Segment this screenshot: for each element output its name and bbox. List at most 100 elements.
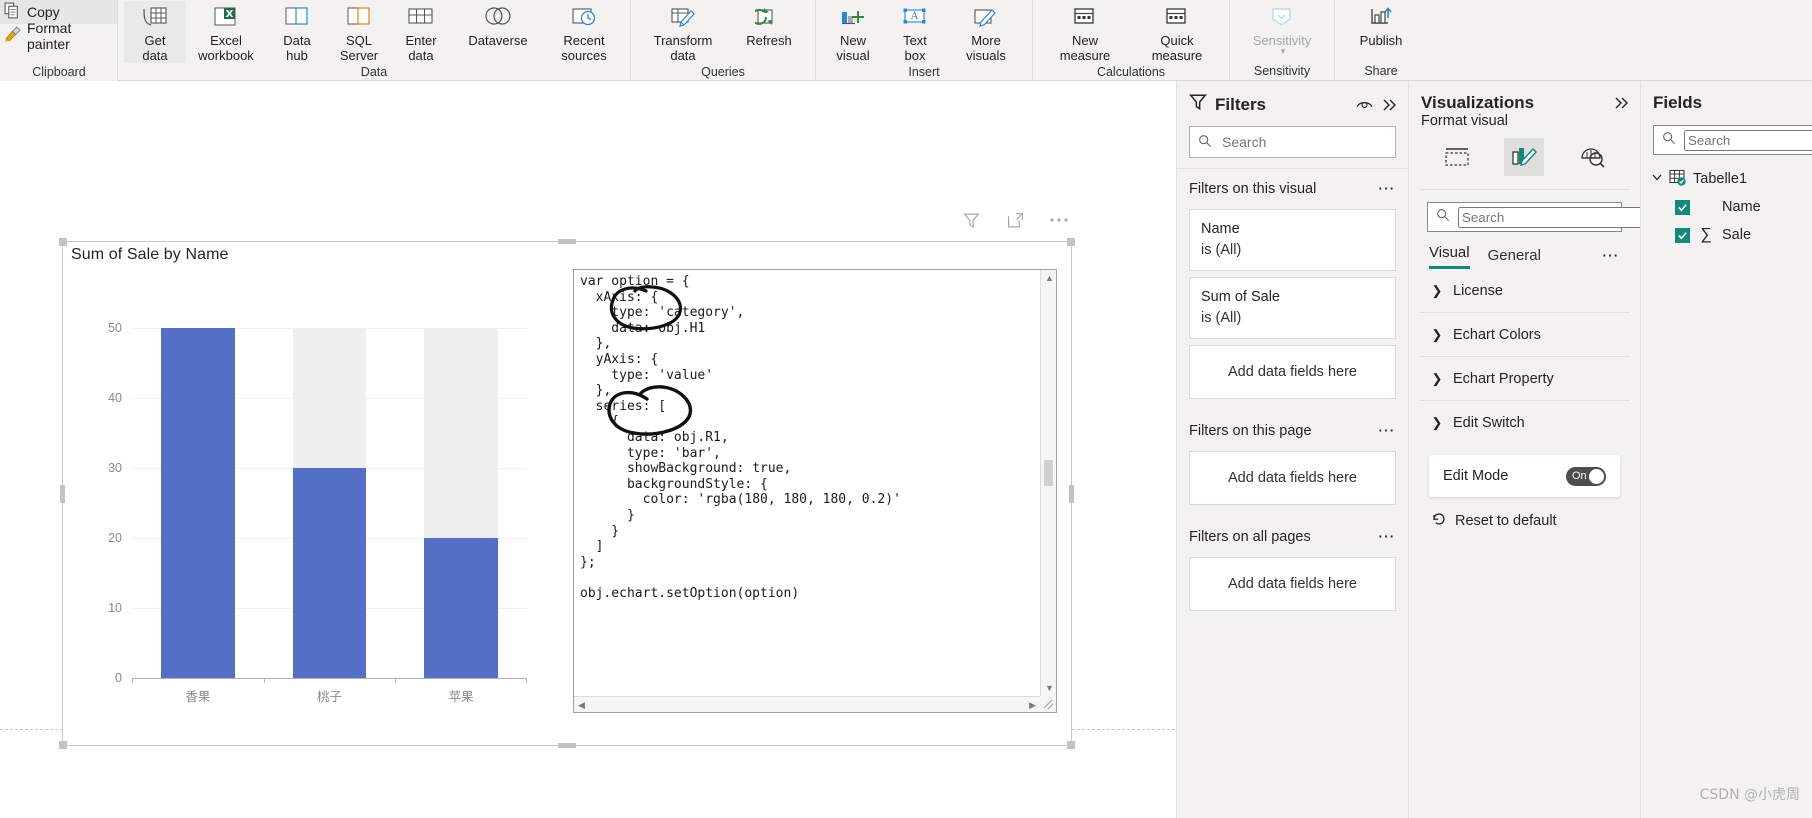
new-measure-button[interactable]: New measure (1039, 1, 1131, 63)
bar[interactable] (292, 468, 367, 678)
bar-chart[interactable]: 0 10 20 30 40 50 香果 桃子 苹果 (77, 278, 535, 708)
focus-mode-icon[interactable] (1004, 209, 1026, 231)
echart-code-text[interactable]: var option = { xAxis: { type: 'category'… (580, 274, 1038, 601)
code-editor-resize-grip[interactable] (1040, 696, 1056, 712)
filters-visual-dropzone[interactable]: Add data fields here (1189, 345, 1396, 399)
resize-handle-right[interactable] (1069, 484, 1074, 503)
dataverse-button[interactable]: Dataverse (452, 1, 544, 48)
bar[interactable] (160, 328, 235, 678)
echart-code-editor[interactable]: var option = { xAxis: { type: 'category'… (573, 269, 1057, 713)
filter-icon[interactable] (960, 209, 982, 231)
fields-table-label: Tabelle1 (1693, 171, 1748, 187)
quick-measure-button[interactable]: Quick measure (1131, 1, 1223, 63)
filter-card-name[interactable]: Name is (All) (1189, 209, 1396, 271)
resize-handle-br[interactable] (1067, 741, 1075, 749)
new-visual-button[interactable]: New visual (822, 1, 884, 63)
ribbon-group-share: Publish Share (1335, 0, 1427, 80)
vertical-scroll-thumb[interactable] (1044, 460, 1053, 486)
filters-section-visual-more-icon[interactable]: ⋯ (1378, 180, 1397, 197)
tab-visual[interactable]: Visual (1429, 244, 1470, 269)
excel-workbook-button[interactable]: X Excel workbook (186, 1, 266, 63)
code-line: var option = { (580, 274, 690, 289)
field-sale-label: Sale (1722, 227, 1752, 243)
enter-data-button[interactable]: Enter data (390, 1, 452, 63)
bar-column[interactable] (424, 328, 499, 678)
collapse-visualizations-pane-icon[interactable] (1614, 96, 1630, 110)
filters-search-box[interactable] (1189, 126, 1405, 158)
collapse-filters-pane-icon[interactable] (1382, 98, 1398, 112)
scroll-left-arrow-icon[interactable]: ◀ (578, 700, 585, 711)
get-data-button[interactable]: Get data (124, 1, 186, 63)
scroll-down-arrow-icon[interactable]: ▼ (1045, 683, 1054, 693)
code-editor-vertical-scrollbar[interactable]: ▲ ▼ (1040, 270, 1056, 696)
bar[interactable] (424, 538, 499, 678)
filters-section-all-pages-label: Filters on all pages (1189, 529, 1311, 545)
format-search-input[interactable] (1458, 206, 1643, 228)
more-visuals-button[interactable]: More visuals (946, 1, 1026, 63)
resize-handle-top[interactable] (558, 239, 576, 244)
code-line: yAxis: { (595, 351, 659, 367)
tab-general[interactable]: General (1488, 247, 1541, 269)
field-sale-checkbox[interactable] (1675, 227, 1690, 243)
chevron-down-icon[interactable] (1651, 171, 1663, 187)
field-item-name[interactable]: Name (1641, 193, 1812, 221)
analytics-icon[interactable] (1572, 138, 1612, 176)
code-editor-horizontal-scrollbar[interactable]: ◀ ▶ (574, 696, 1040, 712)
more-options-icon[interactable] (1048, 209, 1070, 231)
scroll-up-arrow-icon[interactable]: ▲ (1045, 273, 1054, 283)
build-visual-icon[interactable] (1437, 138, 1477, 176)
fields-search-input[interactable] (1684, 129, 1812, 151)
ribbon-group-label-data: Data (360, 65, 388, 79)
x-axis-tick (526, 678, 527, 683)
resize-handle-bottom[interactable] (558, 743, 576, 748)
sigma-aggregate-icon: ∑ (1700, 226, 1712, 243)
bar-column[interactable] (292, 328, 367, 678)
filters-all-pages-dropzone[interactable]: Add data fields here (1189, 557, 1396, 611)
filters-page-dropzone[interactable]: Add data fields here (1189, 451, 1396, 505)
field-name-checkbox[interactable] (1675, 199, 1690, 215)
filters-pane-header: Filters (1177, 81, 1408, 124)
fields-table-tabelle1[interactable]: Tabelle1 (1641, 165, 1812, 193)
edit-mode-state: On (1572, 470, 1587, 482)
clipboard-format-painter-button[interactable]: Format painter (0, 20, 117, 52)
format-tabs-more-icon[interactable]: ⋯ (1602, 247, 1621, 269)
data-hub-icon (284, 3, 310, 33)
format-visual-icon[interactable] (1504, 138, 1545, 176)
resize-handle-tr[interactable] (1067, 238, 1075, 246)
hide-filters-eye-icon[interactable] (1355, 98, 1374, 112)
bar-column[interactable] (160, 328, 235, 678)
resize-handle-bl[interactable] (59, 741, 67, 749)
report-canvas[interactable]: Sum of Sale by Name 0 10 20 30 40 50 香果 桃子 苹果 va… (0, 81, 1175, 818)
reset-to-default-button[interactable]: Reset to default (1419, 497, 1630, 531)
ribbon-group-clipboard: Copy Format painter Clipboard (0, 0, 118, 81)
sensitivity-button[interactable]: Sensitivity ▾ (1236, 1, 1328, 59)
y-axis-tick-label: 30 (108, 461, 122, 475)
transform-data-button[interactable]: Transform data (637, 1, 729, 63)
format-search-box[interactable] (1427, 202, 1643, 232)
field-item-sale[interactable]: ∑ Sale (1641, 221, 1812, 249)
filters-section-visual-label: Filters on this visual (1189, 181, 1317, 197)
refresh-button[interactable]: Refresh (729, 1, 809, 48)
section-license[interactable]: ❯ License (1419, 269, 1630, 313)
resize-handle-left[interactable] (60, 484, 65, 503)
section-edit-switch[interactable]: ❯ Edit Switch (1419, 401, 1630, 445)
publish-button[interactable]: Publish (1341, 1, 1421, 48)
fields-search-box[interactable] (1653, 125, 1812, 155)
text-box-button[interactable]: A Text box (884, 1, 946, 63)
resize-handle-tl[interactable] (59, 238, 67, 246)
filter-card-sum-of-sale[interactable]: Sum of Sale is (All) (1189, 277, 1396, 339)
scroll-right-arrow-icon[interactable]: ▶ (1029, 700, 1036, 711)
visualizations-pane: Visualizations Format visual Search Visu… (1408, 81, 1643, 818)
echart-custom-visual[interactable]: Sum of Sale by Name 0 10 20 30 40 50 香果 桃子 苹果 va… (59, 238, 1075, 749)
fields-pane: Fields Search Tabelle1 Name ∑ Sale CSDN … (1640, 81, 1812, 818)
refresh-icon (755, 3, 783, 33)
section-echart-colors[interactable]: ❯ Echart Colors (1419, 313, 1630, 357)
section-echart-property[interactable]: ❯ Echart Property (1419, 357, 1630, 401)
edit-mode-toggle[interactable]: On (1566, 466, 1606, 486)
filters-search-input[interactable] (1220, 133, 1405, 151)
data-hub-button[interactable]: Data hub (266, 1, 328, 63)
filters-section-all-pages-more-icon[interactable]: ⋯ (1378, 528, 1397, 545)
recent-sources-button[interactable]: Recent sources (544, 1, 624, 63)
filters-section-page-more-icon[interactable]: ⋯ (1378, 422, 1397, 439)
sql-server-button[interactable]: SQL Server (328, 1, 390, 63)
